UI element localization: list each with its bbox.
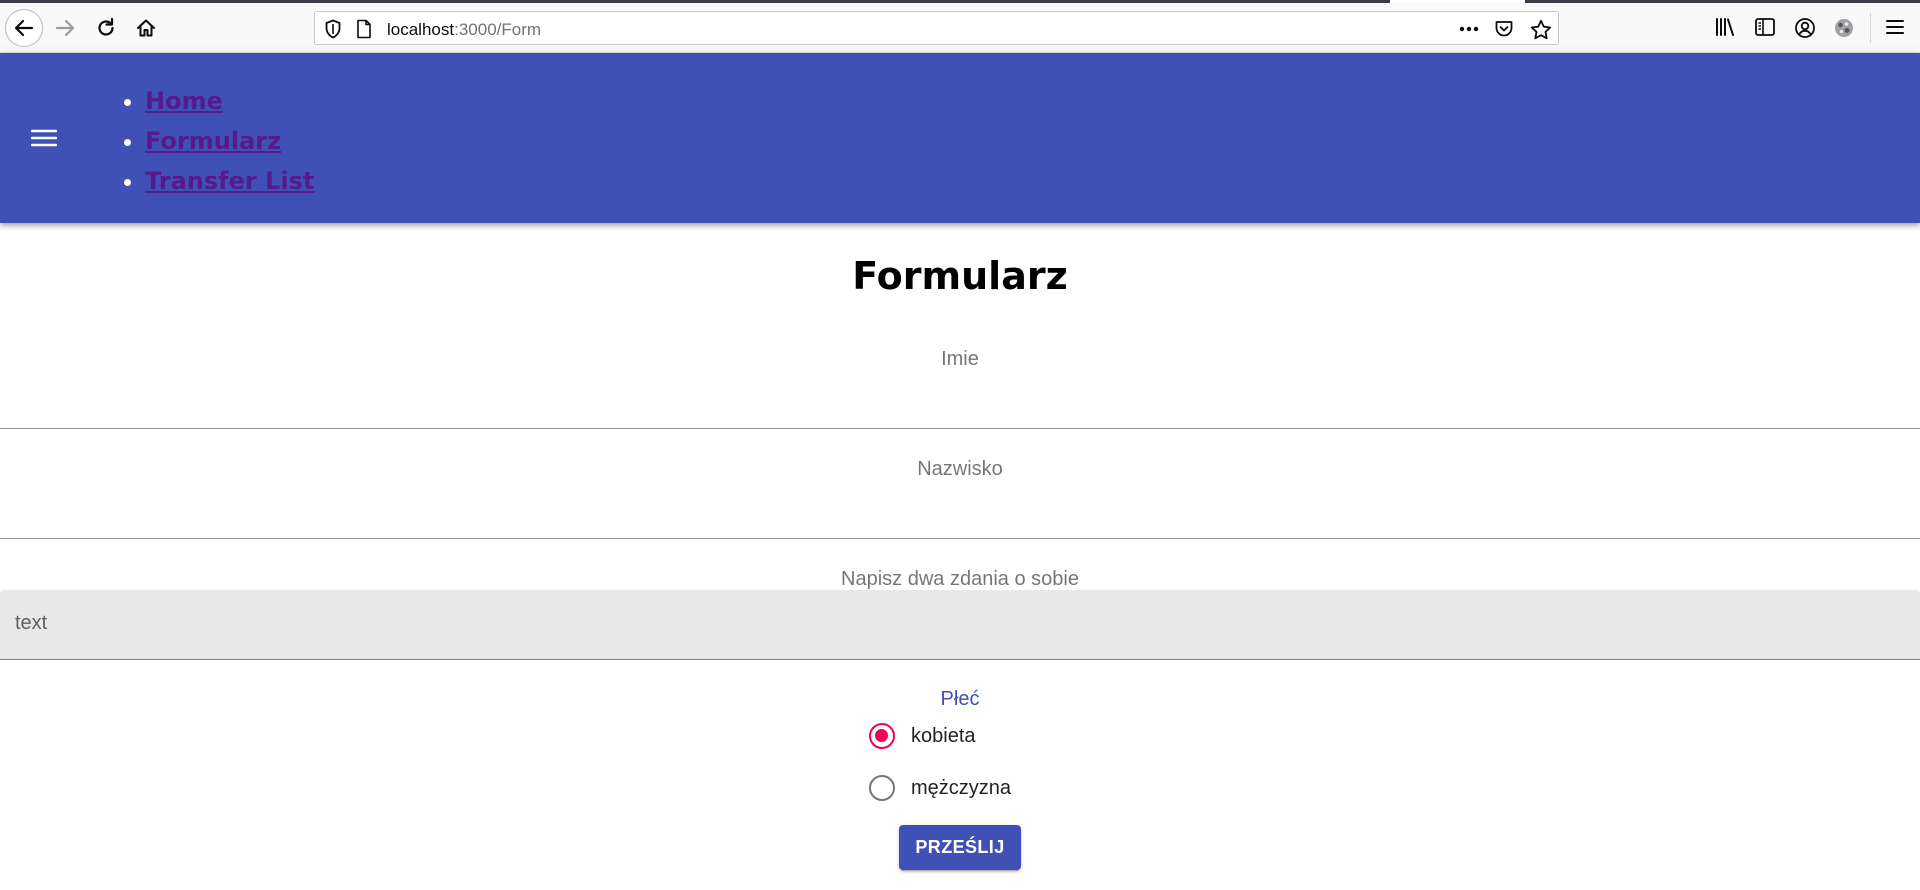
first-name-input[interactable] <box>0 393 1920 427</box>
home-icon <box>137 19 155 37</box>
about-field: text <box>0 590 1920 660</box>
arrow-right-icon <box>55 19 75 37</box>
hamburger-icon <box>31 129 57 147</box>
browser-toolbar: localhost:3000/Form <box>0 3 1920 53</box>
radio-checked-icon[interactable] <box>869 723 895 749</box>
app-bar: Home Formularz Transfer List <box>0 53 1920 223</box>
pocket-icon[interactable] <box>1494 19 1514 39</box>
toolbar-separator <box>1870 13 1871 43</box>
nav-link-transfer-list[interactable]: Transfer List <box>145 167 314 195</box>
nav-item-transfer-list: Transfer List <box>145 161 314 201</box>
radio-dot <box>875 729 888 742</box>
first-name-underline <box>0 428 1920 429</box>
radio-unchecked-icon[interactable] <box>869 775 895 801</box>
gender-legend: Płeć <box>940 688 980 710</box>
shield-icon[interactable] <box>324 19 342 39</box>
account-icon[interactable] <box>1794 17 1816 39</box>
nav-link-home[interactable]: Home <box>145 87 223 115</box>
last-name-input[interactable] <box>0 503 1920 537</box>
nav-item-home: Home <box>145 81 314 121</box>
url-text[interactable]: localhost:3000/Form <box>387 20 541 40</box>
menu-button[interactable] <box>20 114 68 162</box>
arrow-left-icon <box>14 19 34 37</box>
nav-item-formularz: Formularz <box>145 121 314 161</box>
star-icon[interactable] <box>1530 19 1552 40</box>
about-label: Napisz dwa zdania o sobie <box>841 568 1079 590</box>
radio-option-mezczyzna[interactable]: mężczyzna <box>869 768 1011 808</box>
hamburger-icon[interactable] <box>1884 17 1906 37</box>
radio-label-mezczyzna[interactable]: mężczyzna <box>911 777 1011 800</box>
radio-label-kobieta[interactable]: kobieta <box>911 725 976 748</box>
first-name-label: Imie <box>941 348 979 370</box>
sidebar-icon[interactable] <box>1754 17 1776 37</box>
page-icon[interactable] <box>356 19 372 39</box>
url-host: localhost <box>387 20 455 39</box>
last-name-label: Nazwisko <box>917 458 1003 480</box>
about-textarea[interactable]: text <box>15 612 1905 642</box>
page-title: Formularz <box>852 254 1068 298</box>
nav-link-formularz[interactable]: Formularz <box>145 127 281 155</box>
back-button[interactable] <box>5 9 43 47</box>
radio-option-kobieta[interactable]: kobieta <box>869 716 976 756</box>
library-icon[interactable] <box>1714 17 1736 37</box>
reload-button[interactable] <box>87 9 125 47</box>
more-horizontal-icon[interactable] <box>1458 20 1480 38</box>
home-button[interactable] <box>127 9 165 47</box>
last-name-underline <box>0 538 1920 539</box>
extension-icon[interactable] <box>1833 17 1855 39</box>
forward-button[interactable] <box>46 9 84 47</box>
reload-icon <box>98 17 114 36</box>
url-path: :3000/Form <box>454 20 542 39</box>
url-bar[interactable]: localhost:3000/Form <box>314 11 1559 45</box>
submit-button[interactable]: PRZEŚLIJ <box>899 825 1021 870</box>
nav-list: Home Formularz Transfer List <box>145 81 314 201</box>
